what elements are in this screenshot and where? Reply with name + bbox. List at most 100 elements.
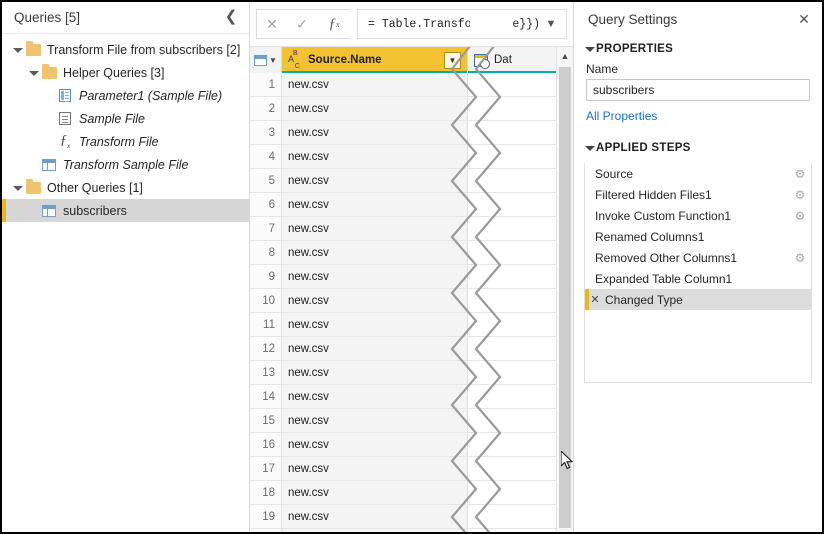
- cell-date[interactable]: [468, 217, 556, 240]
- applied-step-renamed-columns1[interactable]: Renamed Columns1: [585, 226, 811, 247]
- row-number[interactable]: 19: [250, 505, 282, 528]
- table-row[interactable]: 10 new.csv: [250, 289, 556, 313]
- check-icon[interactable]: ✓: [287, 10, 317, 38]
- cell-source-name[interactable]: new.csv: [282, 241, 468, 264]
- cell-date[interactable]: [468, 361, 556, 384]
- chevron-left-icon[interactable]: ❮: [223, 9, 239, 26]
- table-row[interactable]: 5 new.csv: [250, 169, 556, 193]
- table-row[interactable]: 20new.csv: [250, 529, 556, 532]
- scrollbar-thumb[interactable]: [559, 67, 571, 528]
- query-tree-item-transform-file-from-subscribers-2[interactable]: Transform File from subscribers [2]: [2, 38, 249, 61]
- row-number[interactable]: 6: [250, 193, 282, 216]
- table-row[interactable]: 4 new.csv: [250, 145, 556, 169]
- vertical-scrollbar[interactable]: ▲: [556, 47, 573, 532]
- row-number[interactable]: 10: [250, 289, 282, 312]
- cell-source-name[interactable]: new.csv: [282, 505, 468, 528]
- query-tree-item-parameter1-sample-file[interactable]: Parameter1 (Sample File): [2, 84, 249, 107]
- cell-source-name[interactable]: new.csv: [282, 217, 468, 240]
- gear-icon[interactable]: ⚙: [789, 209, 811, 223]
- all-properties-link[interactable]: All Properties: [586, 109, 810, 123]
- applied-step-filtered-hidden-files1[interactable]: Filtered Hidden Files1 ⚙: [585, 184, 811, 205]
- cell-source-name[interactable]: new.csv: [282, 409, 468, 432]
- fx-icon[interactable]: ƒx: [317, 10, 351, 38]
- table-row[interactable]: 2 new.csv: [250, 97, 556, 121]
- table-row[interactable]: 9 new.csv: [250, 265, 556, 289]
- row-number[interactable]: 9: [250, 265, 282, 288]
- cell-date[interactable]: [468, 529, 556, 532]
- cell-date[interactable]: [468, 265, 556, 288]
- cell-source-name[interactable]: new.csv: [282, 433, 468, 456]
- cell-source-name[interactable]: new.csv: [282, 313, 468, 336]
- table-row[interactable]: 11 new.csv: [250, 313, 556, 337]
- row-number[interactable]: 18: [250, 481, 282, 504]
- table-row[interactable]: 18 new.csv: [250, 481, 556, 505]
- close-icon[interactable]: ✕: [257, 10, 287, 38]
- gear-icon[interactable]: ⚙: [789, 251, 811, 265]
- cell-date[interactable]: [468, 505, 556, 528]
- close-icon[interactable]: ✕: [585, 293, 605, 306]
- table-row[interactable]: 6 new.csv: [250, 193, 556, 217]
- cell-source-name[interactable]: new.csv: [282, 385, 468, 408]
- expander-open-icon[interactable]: [26, 66, 40, 80]
- name-input[interactable]: subscribers: [586, 79, 810, 101]
- cell-date[interactable]: [468, 433, 556, 456]
- applied-step-changed-type[interactable]: ✕ Changed Type: [585, 289, 811, 310]
- cell-source-name[interactable]: new.csv: [282, 193, 468, 216]
- row-number[interactable]: 2: [250, 97, 282, 120]
- cell-date[interactable]: [468, 97, 556, 120]
- cell-date[interactable]: [468, 337, 556, 360]
- row-number[interactable]: 11: [250, 313, 282, 336]
- table-row[interactable]: 13 new.csv: [250, 361, 556, 385]
- cell-source-name[interactable]: new.csv: [282, 361, 468, 384]
- table-row[interactable]: 16 new.csv: [250, 433, 556, 457]
- cell-source-name[interactable]: new.csv: [282, 529, 468, 532]
- row-number[interactable]: 16: [250, 433, 282, 456]
- applied-step-expanded-table-column1[interactable]: Expanded Table Column1: [585, 268, 811, 289]
- cell-date[interactable]: [468, 385, 556, 408]
- chevron-down-icon[interactable]: ▼: [540, 18, 562, 30]
- properties-section-header[interactable]: PROPERTIES: [574, 36, 822, 60]
- cell-date[interactable]: [468, 289, 556, 312]
- expander-open-icon[interactable]: [10, 43, 24, 57]
- row-number[interactable]: 8: [250, 241, 282, 264]
- row-number[interactable]: 1: [250, 73, 282, 96]
- close-icon[interactable]: ✕: [794, 9, 814, 29]
- applied-steps-section-header[interactable]: APPLIED STEPS: [574, 135, 822, 159]
- column-header-date[interactable]: Dat: [468, 47, 556, 74]
- cell-source-name[interactable]: new.csv: [282, 97, 468, 120]
- cell-date[interactable]: [468, 121, 556, 144]
- row-number[interactable]: 5: [250, 169, 282, 192]
- cell-date[interactable]: [468, 241, 556, 264]
- row-number[interactable]: 12: [250, 337, 282, 360]
- cell-date[interactable]: [468, 409, 556, 432]
- gear-icon[interactable]: ⚙: [789, 188, 811, 202]
- row-number[interactable]: 20: [250, 529, 282, 532]
- query-tree-item-sample-file[interactable]: Sample File: [2, 107, 249, 130]
- table-row[interactable]: 1 new.csv: [250, 73, 556, 97]
- table-row[interactable]: 14 new.csv: [250, 385, 556, 409]
- filter-dropdown-icon[interactable]: ▼: [444, 51, 461, 69]
- cell-date[interactable]: [468, 313, 556, 336]
- cell-source-name[interactable]: new.csv: [282, 121, 468, 144]
- cell-source-name[interactable]: new.csv: [282, 145, 468, 168]
- row-number[interactable]: 4: [250, 145, 282, 168]
- select-all-table-icon[interactable]: ▼: [250, 47, 282, 73]
- cell-source-name[interactable]: new.csv: [282, 73, 468, 96]
- cell-date[interactable]: [468, 169, 556, 192]
- table-row[interactable]: 7 new.csv: [250, 217, 556, 241]
- table-row[interactable]: 3 new.csv: [250, 121, 556, 145]
- cell-source-name[interactable]: new.csv: [282, 481, 468, 504]
- cell-source-name[interactable]: new.csv: [282, 265, 468, 288]
- query-tree-item-other-queries-1[interactable]: Other Queries [1]: [2, 176, 249, 199]
- table-row[interactable]: 19 new.csv: [250, 505, 556, 529]
- row-number[interactable]: 3: [250, 121, 282, 144]
- table-row[interactable]: 12 new.csv: [250, 337, 556, 361]
- table-row[interactable]: 15 new.csv: [250, 409, 556, 433]
- row-number[interactable]: 7: [250, 217, 282, 240]
- cell-source-name[interactable]: new.csv: [282, 337, 468, 360]
- cell-date[interactable]: [468, 73, 556, 96]
- cell-date[interactable]: [468, 481, 556, 504]
- table-row[interactable]: 17 new.csv: [250, 457, 556, 481]
- expander-open-icon[interactable]: [10, 181, 24, 195]
- row-number[interactable]: 15: [250, 409, 282, 432]
